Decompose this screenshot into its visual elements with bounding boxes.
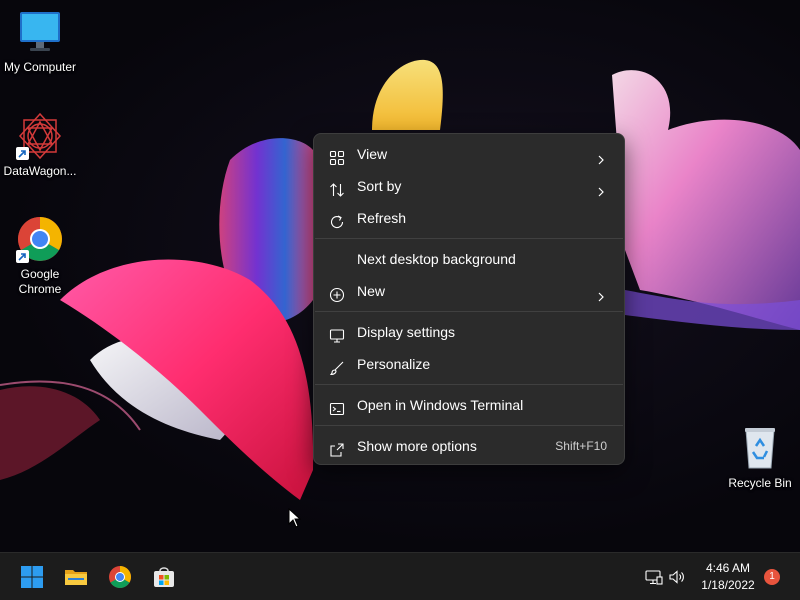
menu-item-sort-by[interactable]: Sort by: [319, 171, 619, 201]
notification-badge[interactable]: 1: [764, 569, 780, 585]
start-button[interactable]: [14, 559, 50, 595]
menu-item-label: Refresh: [357, 210, 407, 226]
menu-item-label: New: [357, 283, 386, 299]
desktop-icon-label: Recycle Bin: [728, 476, 792, 490]
menu-item-new[interactable]: New: [319, 276, 619, 306]
desktop-icon-google-chrome[interactable]: Google Chrome: [0, 215, 82, 297]
clock-date: 1/18/2022: [701, 578, 755, 592]
taskbar-file-explorer-button[interactable]: [58, 559, 94, 595]
brush-icon: [329, 356, 345, 376]
share-icon: [329, 438, 345, 457]
menu-item-view[interactable]: View: [319, 139, 619, 169]
menu-item-label: Sort by: [357, 178, 402, 194]
desktop-icon-label: DataWagon...: [3, 164, 77, 178]
desktop-icon-label: My Computer: [3, 60, 77, 74]
desktop-icon-my-computer[interactable]: My Computer: [0, 8, 82, 75]
clock-time: 4:46 AM: [705, 561, 751, 575]
chevron-right-icon: [597, 179, 605, 197]
keyboard-shortcut: Shift+F10: [555, 439, 607, 453]
folder-icon: [65, 570, 87, 585]
grid-icon: [329, 146, 345, 166]
taskbar: 4:46 AM 1/18/2022 1: [0, 552, 800, 600]
menu-item-label: Open in Windows Terminal: [357, 397, 524, 413]
windows-logo-icon: [21, 566, 43, 588]
menu-item-show-more-options[interactable]: Show more options Shift+F10: [319, 431, 619, 461]
datawagon-logo-icon: [16, 112, 64, 160]
desktop[interactable]: My Computer DataWagon... Google Chrome R…: [0, 0, 800, 552]
mouse-cursor-icon: [288, 508, 302, 528]
display-icon: [329, 324, 345, 343]
menu-item-label: View: [357, 146, 388, 162]
menu-item-next-desktop-background[interactable]: Next desktop background: [319, 244, 619, 274]
sort-icon: [329, 178, 345, 197]
volume-icon[interactable]: [668, 569, 686, 585]
menu-separator: [315, 238, 623, 239]
recycle-bin-icon: [736, 424, 784, 472]
chrome-icon: [16, 215, 64, 263]
menu-separator: [315, 384, 623, 385]
desktop-icon-recycle-bin[interactable]: Recycle Bin: [718, 424, 800, 491]
taskbar-clock[interactable]: 4:46 AM 1/18/2022: [688, 560, 768, 594]
menu-item-label: Next desktop background: [357, 251, 516, 267]
shortcut-arrow-icon: [16, 147, 29, 160]
menu-item-label: Show more options: [357, 438, 477, 454]
store-icon: [154, 567, 174, 587]
menu-separator: [315, 311, 623, 312]
taskbar-store-button[interactable]: [146, 559, 182, 595]
chrome-icon: [109, 566, 131, 588]
desktop-context-menu: View Sort by Refresh Next desktop backgr…: [313, 133, 625, 465]
chevron-right-icon: [597, 284, 605, 302]
menu-item-label: Personalize: [357, 356, 431, 372]
menu-separator: [315, 425, 623, 426]
menu-item-label: Display settings: [357, 324, 456, 340]
desktop-icon-datawagon[interactable]: DataWagon...: [0, 112, 82, 179]
monitor-icon: [16, 8, 64, 56]
plus-circle-icon: [329, 283, 345, 303]
menu-item-personalize[interactable]: Personalize: [319, 349, 619, 379]
menu-item-open-in-windows-terminal[interactable]: Open in Windows Terminal: [319, 390, 619, 420]
refresh-icon: [329, 210, 345, 229]
taskbar-chrome-button[interactable]: [102, 559, 138, 595]
chevron-right-icon: [597, 147, 605, 165]
shortcut-arrow-icon: [16, 250, 29, 263]
terminal-icon: [329, 397, 345, 416]
menu-item-display-settings[interactable]: Display settings: [319, 317, 619, 347]
network-icon[interactable]: [645, 569, 663, 585]
menu-item-refresh[interactable]: Refresh: [319, 203, 619, 233]
desktop-icon-label: Google Chrome: [18, 267, 62, 296]
